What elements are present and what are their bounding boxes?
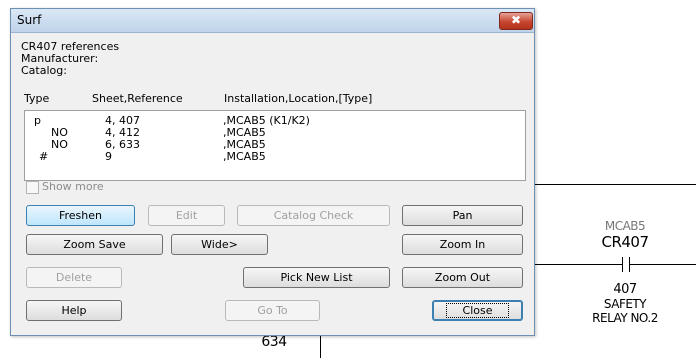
surf-dialog: Surf ✖ CR407 references Manufacturer: Ca… xyxy=(10,8,535,336)
row-type: # xyxy=(39,150,49,163)
row-installation: ,MCAB5 xyxy=(223,150,266,163)
wire-vertical xyxy=(320,334,321,358)
edit-button[interactable]: Edit xyxy=(148,205,225,226)
schematic-location-label: MCAB5 xyxy=(604,219,646,233)
wire-lower-left xyxy=(533,264,622,265)
freshen-button[interactable]: Freshen xyxy=(26,205,135,226)
show-more-checkbox[interactable] xyxy=(26,181,39,194)
row-sheet: 9 xyxy=(105,150,112,163)
schematic-desc2-label: RELAY NO.2 xyxy=(592,311,658,325)
list-item[interactable]: p 4, 407 ,MCAB5 (K1/K2) xyxy=(25,114,525,127)
column-header-sheet[interactable]: Sheet,Reference xyxy=(92,92,183,105)
zoom-out-button[interactable]: Zoom Out xyxy=(402,267,523,288)
wide-button[interactable]: Wide> xyxy=(171,234,268,255)
close-button-label: Close xyxy=(445,303,510,318)
wire-upper xyxy=(533,184,696,185)
list-item[interactable]: NO 6, 633 ,MCAB5 xyxy=(25,138,525,151)
close-button[interactable]: Close xyxy=(432,300,523,321)
schematic-tag-label: CR407 xyxy=(601,233,649,251)
column-header-installation[interactable]: Installation,Location,[Type] xyxy=(224,92,372,105)
title-bar[interactable]: Surf ✖ xyxy=(11,9,534,33)
go-to-button[interactable]: Go To xyxy=(225,300,320,321)
show-more-label: Show more xyxy=(42,180,104,193)
close-icon[interactable]: ✖ xyxy=(499,12,533,30)
contact-bar-left xyxy=(622,257,623,272)
zoom-save-button[interactable]: Zoom Save xyxy=(26,234,163,255)
references-list[interactable]: p 4, 407 ,MCAB5 (K1/K2) NO 4, 412 ,MCAB5… xyxy=(24,110,526,181)
pan-button[interactable]: Pan xyxy=(402,205,523,226)
catalog-check-button[interactable]: Catalog Check xyxy=(237,205,390,226)
window-title: Surf xyxy=(17,13,42,27)
schematic-desc1-label: SAFETY xyxy=(603,297,647,311)
delete-button[interactable]: Delete xyxy=(26,267,122,288)
catalog-label: Catalog: xyxy=(21,64,67,77)
list-item[interactable]: NO 4, 412 ,MCAB5 xyxy=(25,126,525,139)
wire-lower-right xyxy=(629,264,696,265)
wire-number-label: 634 xyxy=(261,334,287,350)
list-item[interactable]: # 9 ,MCAB5 xyxy=(25,150,525,163)
help-button[interactable]: Help xyxy=(26,300,122,321)
zoom-in-button[interactable]: Zoom In xyxy=(402,234,523,255)
pick-new-list-button[interactable]: Pick New List xyxy=(243,267,390,288)
column-header-type[interactable]: Type xyxy=(24,92,49,105)
schematic-ref-label: 407 xyxy=(613,282,637,297)
